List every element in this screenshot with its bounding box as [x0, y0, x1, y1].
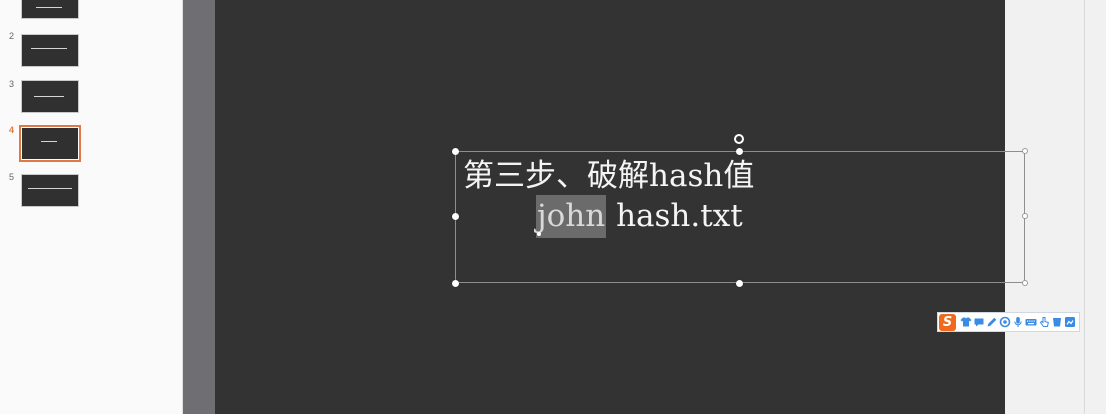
- slide-number: 4: [9, 125, 15, 135]
- thumbnail-text-line: [41, 141, 57, 142]
- toolbox-icon[interactable]: [1064, 316, 1076, 328]
- resize-handle-bottom-left[interactable]: [451, 279, 459, 287]
- slide-number: 5: [9, 172, 15, 182]
- slide-thumbnail[interactable]: [22, 0, 78, 18]
- slide-text-line-1[interactable]: 第三步、破解hash值: [463, 158, 754, 194]
- slide-thumbnail[interactable]: [22, 175, 78, 206]
- ime-toolbar[interactable]: S: [937, 312, 1080, 332]
- slide-number: 3: [9, 79, 15, 89]
- pasteboard-strip: [183, 0, 215, 414]
- command-text[interactable]: hash.txt: [606, 198, 743, 234]
- text-cursor-handle[interactable]: [537, 232, 541, 236]
- keyboard-icon[interactable]: [1025, 316, 1037, 328]
- cup-icon[interactable]: [1051, 316, 1063, 328]
- rotate-handle[interactable]: [734, 134, 744, 144]
- slide-thumbnail[interactable]: [22, 81, 78, 112]
- slide-thumbnail-selected[interactable]: [22, 128, 78, 159]
- thumbnail-text-line: [31, 48, 67, 49]
- gesture-icon[interactable]: [1038, 316, 1050, 328]
- skin-icon[interactable]: [960, 316, 972, 328]
- resize-handle-top-left[interactable]: [451, 147, 459, 155]
- slide-thumbnail[interactable]: [22, 35, 78, 66]
- ime-toolbar-icons: [960, 316, 1076, 328]
- selected-text[interactable]: john: [536, 195, 607, 238]
- resize-handle-right[interactable]: [1022, 213, 1028, 219]
- resize-handle-left[interactable]: [451, 212, 459, 220]
- ime-logo[interactable]: S: [939, 313, 956, 331]
- thumbnail-text-line: [28, 188, 72, 189]
- resize-handle-bottom-right[interactable]: [1022, 280, 1028, 286]
- resize-handle-top[interactable]: [735, 147, 743, 155]
- chat-icon[interactable]: [973, 316, 985, 328]
- slide-text-line-2[interactable]: john hash.txt: [536, 195, 743, 238]
- thumbnail-text-line: [34, 96, 64, 97]
- resize-handle-bottom[interactable]: [735, 279, 743, 287]
- pen-icon[interactable]: [986, 316, 998, 328]
- emoji-icon[interactable]: [999, 316, 1011, 328]
- workspace-divider: [1084, 0, 1085, 414]
- mic-icon[interactable]: [1012, 316, 1024, 328]
- thumbnail-text-line: [36, 7, 62, 8]
- slide-number: 2: [9, 31, 15, 41]
- slides-panel: 2 3 4 5: [0, 0, 183, 414]
- resize-handle-top-right[interactable]: [1022, 148, 1028, 154]
